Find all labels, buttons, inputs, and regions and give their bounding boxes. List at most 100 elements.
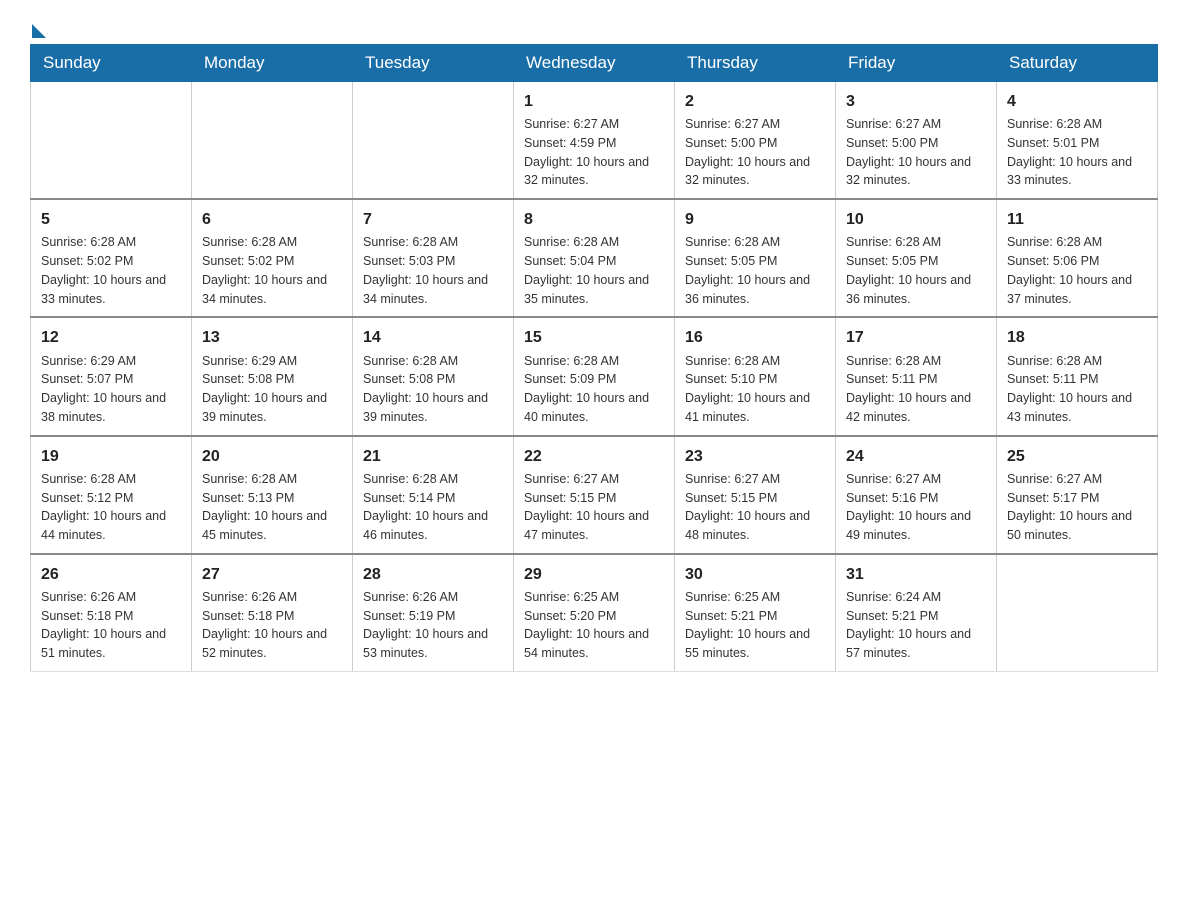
day-number: 15 (524, 326, 664, 349)
calendar-cell: 22Sunrise: 6:27 AM Sunset: 5:15 PM Dayli… (514, 436, 675, 554)
day-number: 19 (41, 445, 181, 468)
day-number: 12 (41, 326, 181, 349)
calendar-table: SundayMondayTuesdayWednesdayThursdayFrid… (30, 44, 1158, 672)
day-header-friday: Friday (836, 45, 997, 82)
day-number: 10 (846, 208, 986, 231)
calendar-cell (353, 82, 514, 200)
logo-triangle-icon (32, 24, 46, 38)
calendar-cell: 17 Sunrise: 6:28 AM Sunset: 5:11 PM Dayli… (836, 317, 997, 435)
calendar-cell: 12 Sunrise: 6:29 AM Sunset: 5:07 PM Dayli… (31, 317, 192, 435)
calendar-cell: 21Sunrise: 6:28 AM Sunset: 5:14 PM Dayli… (353, 436, 514, 554)
calendar-cell: 15 Sunrise: 6:28 AM Sunset: 5:09 PM Dayli… (514, 317, 675, 435)
day-header-sunday: Sunday (31, 45, 192, 82)
calendar-cell: 11Sunrise: 6:28 AM Sunset: 5:06 PM Dayli… (997, 199, 1158, 317)
day-number: 7 (363, 208, 503, 231)
day-info: Sunrise: 6:28 AM Sunset: 5:02 PM Dayligh… (202, 233, 342, 308)
day-info: Sunrise: 6:28 AM Sunset: 5:08 PM Dayligh… (363, 352, 503, 427)
calendar-week-row: 26Sunrise: 6:26 AM Sunset: 5:18 PM Dayli… (31, 554, 1158, 672)
calendar-cell: 28Sunrise: 6:26 AM Sunset: 5:19 PM Dayli… (353, 554, 514, 672)
day-info: Sunrise: 6:28 AM Sunset: 5:01 PM Dayligh… (1007, 115, 1147, 190)
calendar-cell: 18Sunrise: 6:28 AM Sunset: 5:11 PM Dayli… (997, 317, 1158, 435)
day-info: Sunrise: 6:27 AM Sunset: 5:16 PM Dayligh… (846, 470, 986, 545)
day-info: Sunrise: 6:26 AM Sunset: 5:19 PM Dayligh… (363, 588, 503, 663)
day-info: Sunrise: 6:28 AM Sunset: 5:11 PM Dayligh… (1007, 352, 1147, 427)
calendar-cell: 25Sunrise: 6:27 AM Sunset: 5:17 PM Dayli… (997, 436, 1158, 554)
calendar-cell: 14 Sunrise: 6:28 AM Sunset: 5:08 PM Dayli… (353, 317, 514, 435)
day-info: Sunrise: 6:26 AM Sunset: 5:18 PM Dayligh… (202, 588, 342, 663)
day-number: 26 (41, 563, 181, 586)
day-number: 11 (1007, 208, 1147, 231)
day-number: 3 (846, 90, 986, 113)
day-number: 22 (524, 445, 664, 468)
calendar-cell: 1Sunrise: 6:27 AM Sunset: 4:59 PM Daylig… (514, 82, 675, 200)
day-info: Sunrise: 6:27 AM Sunset: 5:00 PM Dayligh… (846, 115, 986, 190)
calendar-cell (192, 82, 353, 200)
day-info: Sunrise: 6:28 AM Sunset: 5:03 PM Dayligh… (363, 233, 503, 308)
day-info: Sunrise: 6:28 AM Sunset: 5:09 PM Dayligh… (524, 352, 664, 427)
day-number: 1 (524, 90, 664, 113)
day-info: Sunrise: 6:27 AM Sunset: 5:15 PM Dayligh… (524, 470, 664, 545)
day-info: Sunrise: 6:27 AM Sunset: 5:00 PM Dayligh… (685, 115, 825, 190)
calendar-cell: 6Sunrise: 6:28 AM Sunset: 5:02 PM Daylig… (192, 199, 353, 317)
day-info: Sunrise: 6:25 AM Sunset: 5:20 PM Dayligh… (524, 588, 664, 663)
calendar-cell: 9Sunrise: 6:28 AM Sunset: 5:05 PM Daylig… (675, 199, 836, 317)
day-number: 31 (846, 563, 986, 586)
day-info: Sunrise: 6:28 AM Sunset: 5:04 PM Dayligh… (524, 233, 664, 308)
day-number: 21 (363, 445, 503, 468)
day-info: Sunrise: 6:28 AM Sunset: 5:02 PM Dayligh… (41, 233, 181, 308)
calendar-cell: 16Sunrise: 6:28 AM Sunset: 5:10 PM Dayli… (675, 317, 836, 435)
calendar-cell: 26Sunrise: 6:26 AM Sunset: 5:18 PM Dayli… (31, 554, 192, 672)
calendar-cell: 8Sunrise: 6:28 AM Sunset: 5:04 PM Daylig… (514, 199, 675, 317)
day-info: Sunrise: 6:27 AM Sunset: 4:59 PM Dayligh… (524, 115, 664, 190)
calendar-cell: 13Sunrise: 6:29 AM Sunset: 5:08 PM Dayli… (192, 317, 353, 435)
day-header-tuesday: Tuesday (353, 45, 514, 82)
calendar-cell: 24Sunrise: 6:27 AM Sunset: 5:16 PM Dayli… (836, 436, 997, 554)
day-info: Sunrise: 6:28 AM Sunset: 5:05 PM Dayligh… (846, 233, 986, 308)
day-number: 4 (1007, 90, 1147, 113)
day-info: Sunrise: 6:25 AM Sunset: 5:21 PM Dayligh… (685, 588, 825, 663)
day-number: 16 (685, 326, 825, 349)
day-info: Sunrise: 6:28 AM Sunset: 5:12 PM Dayligh… (41, 470, 181, 545)
day-number: 17 (846, 326, 986, 349)
day-number: 30 (685, 563, 825, 586)
day-info: Sunrise: 6:28 AM Sunset: 5:11 PM Dayligh… (846, 352, 986, 427)
day-info: Sunrise: 6:28 AM Sunset: 5:05 PM Dayligh… (685, 233, 825, 308)
day-info: Sunrise: 6:28 AM Sunset: 5:06 PM Dayligh… (1007, 233, 1147, 308)
day-info: Sunrise: 6:26 AM Sunset: 5:18 PM Dayligh… (41, 588, 181, 663)
calendar-cell: 3Sunrise: 6:27 AM Sunset: 5:00 PM Daylig… (836, 82, 997, 200)
day-number: 28 (363, 563, 503, 586)
calendar-week-row: 1Sunrise: 6:27 AM Sunset: 4:59 PM Daylig… (31, 82, 1158, 200)
day-number: 9 (685, 208, 825, 231)
day-number: 24 (846, 445, 986, 468)
calendar-week-row: 12 Sunrise: 6:29 AM Sunset: 5:07 PM Dayli… (31, 317, 1158, 435)
calendar-cell: 19Sunrise: 6:28 AM Sunset: 5:12 PM Dayli… (31, 436, 192, 554)
day-info: Sunrise: 6:28 AM Sunset: 5:14 PM Dayligh… (363, 470, 503, 545)
calendar-cell (997, 554, 1158, 672)
day-number: 14 (363, 326, 503, 349)
calendar-cell: 5Sunrise: 6:28 AM Sunset: 5:02 PM Daylig… (31, 199, 192, 317)
calendar-cell (31, 82, 192, 200)
day-info: Sunrise: 6:27 AM Sunset: 5:15 PM Dayligh… (685, 470, 825, 545)
day-header-wednesday: Wednesday (514, 45, 675, 82)
day-info: Sunrise: 6:28 AM Sunset: 5:13 PM Dayligh… (202, 470, 342, 545)
calendar-cell: 23Sunrise: 6:27 AM Sunset: 5:15 PM Dayli… (675, 436, 836, 554)
day-number: 6 (202, 208, 342, 231)
day-number: 13 (202, 326, 342, 349)
day-header-monday: Monday (192, 45, 353, 82)
day-number: 27 (202, 563, 342, 586)
day-number: 20 (202, 445, 342, 468)
day-info: Sunrise: 6:24 AM Sunset: 5:21 PM Dayligh… (846, 588, 986, 663)
day-header-saturday: Saturday (997, 45, 1158, 82)
calendar-cell: 30Sunrise: 6:25 AM Sunset: 5:21 PM Dayli… (675, 554, 836, 672)
calendar-cell: 7Sunrise: 6:28 AM Sunset: 5:03 PM Daylig… (353, 199, 514, 317)
day-number: 8 (524, 208, 664, 231)
logo (30, 20, 46, 34)
day-number: 2 (685, 90, 825, 113)
day-info: Sunrise: 6:29 AM Sunset: 5:07 PM Dayligh… (41, 352, 181, 427)
day-number: 5 (41, 208, 181, 231)
calendar-cell: 27Sunrise: 6:26 AM Sunset: 5:18 PM Dayli… (192, 554, 353, 672)
calendar-cell: 31Sunrise: 6:24 AM Sunset: 5:21 PM Dayli… (836, 554, 997, 672)
calendar-cell: 10Sunrise: 6:28 AM Sunset: 5:05 PM Dayli… (836, 199, 997, 317)
calendar-cell: 2Sunrise: 6:27 AM Sunset: 5:00 PM Daylig… (675, 82, 836, 200)
calendar-cell: 4Sunrise: 6:28 AM Sunset: 5:01 PM Daylig… (997, 82, 1158, 200)
